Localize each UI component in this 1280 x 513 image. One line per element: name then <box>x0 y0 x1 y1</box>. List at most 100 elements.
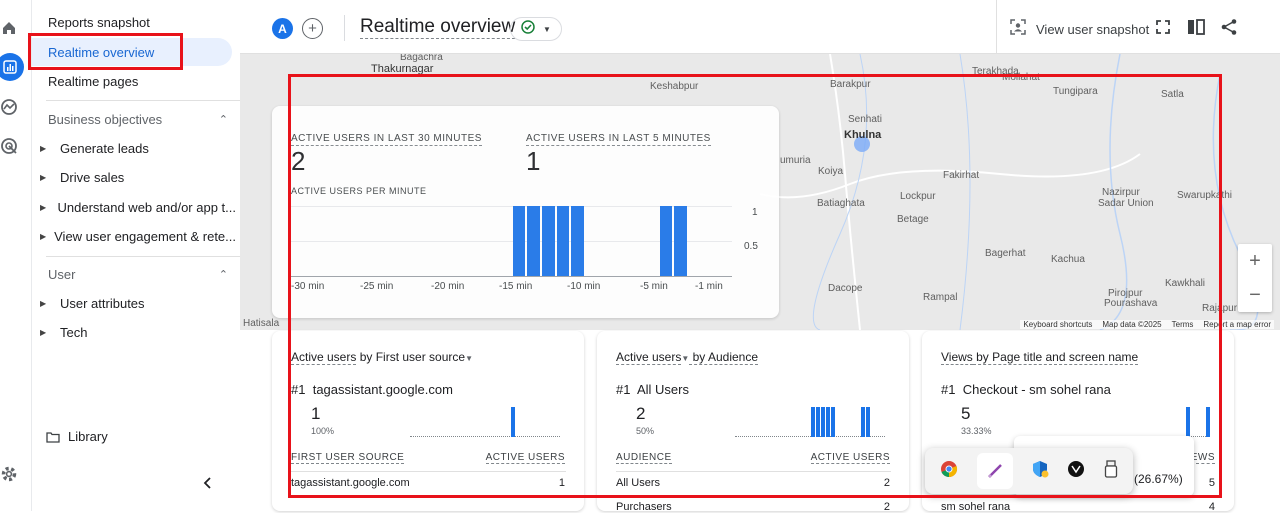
usb-drive-icon[interactable] <box>1104 459 1118 483</box>
x-tick-label: -20 min <box>431 281 465 292</box>
view-user-snapshot-button[interactable]: View user snapshot <box>1010 19 1149 40</box>
map-zoom-controls: + − <box>1238 244 1272 312</box>
top-item-heading: #1 Checkout - sm sohel rana <box>941 382 1111 397</box>
divider <box>46 100 254 101</box>
zoom-in-icon[interactable]: + <box>1238 244 1272 278</box>
table-cell: 2 <box>883 477 890 489</box>
map-place-label: Bagachra <box>400 54 443 63</box>
gridline <box>291 276 732 277</box>
nav-label: Generate leads <box>60 141 149 156</box>
map-place-label: Kawkhali <box>1165 278 1206 289</box>
data-quality-status-button[interactable]: ▼ <box>510 17 562 41</box>
chart-bar[interactable] <box>512 206 526 276</box>
x-tick-label: -30 min <box>291 281 325 292</box>
map-place-label: Sadar Union <box>1098 198 1154 209</box>
card-title[interactable]: Views by Page title and screen name <box>941 350 1139 365</box>
section-user[interactable]: User ⌃ <box>48 267 228 282</box>
map-terms-link[interactable]: Terms <box>1172 320 1194 329</box>
map-place-label: Dacope <box>828 283 863 294</box>
sidebar-nav: Reports snapshot Realtime overview Realt… <box>32 0 254 511</box>
table-cell: 5 <box>1208 477 1215 489</box>
table-cell: 2 <box>883 501 890 513</box>
map-place-label: umuria <box>780 155 811 166</box>
chart-bar[interactable] <box>541 206 555 276</box>
chrome-icon[interactable] <box>940 460 958 483</box>
map-report-error-link[interactable]: Report a map error <box>1203 320 1271 329</box>
advertising-icon[interactable] <box>0 134 21 158</box>
nav-understand-web[interactable]: ▶ Understand web and/or app t... <box>40 200 236 215</box>
comparison-avatar[interactable]: A <box>272 18 293 39</box>
caret-down-icon: ▼ <box>465 354 473 363</box>
nav-drive-sales[interactable]: ▶ Drive sales <box>40 170 236 185</box>
top-bar: A + Realtime overview ▼ View user snapsh… <box>240 0 1280 54</box>
nav-realtime-pages[interactable]: Realtime pages <box>32 67 232 95</box>
top-item-value: 2 <box>636 404 646 423</box>
card-title[interactable]: Active users▼ by Audience <box>616 350 758 365</box>
zoom-out-icon[interactable]: − <box>1238 278 1272 312</box>
map-place-label: Tungipara <box>1053 86 1098 97</box>
nav-label: View user engagement & rete... <box>54 229 236 244</box>
column-header: ACTIVE USERS <box>485 452 565 464</box>
sparkline-chart <box>735 407 885 437</box>
chart-bar[interactable] <box>527 206 540 276</box>
chart-bar[interactable] <box>659 206 673 276</box>
nav-user-attributes[interactable]: ▶ User attributes <box>40 296 236 311</box>
pen-tool-icon[interactable] <box>976 453 1013 489</box>
fullscreen-icon[interactable] <box>1156 20 1170 39</box>
chart-bar[interactable] <box>571 206 584 276</box>
compare-columns-icon[interactable] <box>1187 19 1205 40</box>
sparkline-bar <box>1185 407 1190 437</box>
sparkline-bar <box>825 407 830 437</box>
table-cell: 4 <box>1208 501 1215 513</box>
reports-icon[interactable] <box>0 53 24 81</box>
nav-view-user-engagement[interactable]: ▶ View user engagement & rete... <box>40 229 236 244</box>
section-label: User <box>48 267 76 282</box>
section-label: Business objectives <box>48 112 163 127</box>
sparkline-bar <box>810 407 815 437</box>
card-audience: Active users▼ by Audience #1 All Users 2… <box>597 331 909 513</box>
nav-generate-leads[interactable]: ▶ Generate leads <box>40 141 236 156</box>
app-circle-icon[interactable] <box>1067 460 1085 483</box>
add-comparison-icon[interactable]: + <box>302 18 323 39</box>
home-icon[interactable] <box>0 16 21 40</box>
map-data-credit: Map data ©2025 <box>1102 320 1162 329</box>
sparkline-bar <box>860 407 865 437</box>
map-place-label: Thakurnagar <box>371 63 434 75</box>
sparkline-bar <box>830 407 835 437</box>
map-place-label: Rajapur <box>1202 303 1238 314</box>
expand-triangle-icon: ▶ <box>40 299 47 308</box>
section-business-objectives[interactable]: Business objectives ⌃ <box>48 112 228 127</box>
chart-bar[interactable] <box>674 206 687 276</box>
collapse-sidebar-chevron-icon[interactable] <box>202 476 214 495</box>
map-place-label: Nazirpur <box>1102 187 1140 198</box>
nav-label: Tech <box>60 325 88 340</box>
nav-reports-snapshot[interactable]: Reports snapshot <box>32 8 232 36</box>
card-title[interactable]: Active users by First user source▼ <box>291 350 473 365</box>
top-item-percent: 50% <box>636 426 655 436</box>
top-item-value: 1 <box>311 404 321 423</box>
column-header: FIRST USER SOURCE <box>291 452 405 464</box>
x-tick-label: -10 min <box>567 281 601 292</box>
share-icon[interactable] <box>1220 18 1238 41</box>
map-place-label: Koiya <box>818 166 844 177</box>
top-item-heading: #1 tagassistant.google.com <box>291 382 453 397</box>
nav-realtime-overview[interactable]: Realtime overview <box>32 38 232 66</box>
x-tick-label: -5 min <box>640 281 668 292</box>
table-cell: sm sohel rana <box>941 501 1011 513</box>
table-cell: 1 <box>558 477 565 489</box>
y-tick-label: 1 <box>752 207 758 218</box>
nav-label: User attributes <box>60 296 145 311</box>
map-keyboard-shortcuts-link[interactable]: Keyboard shortcuts <box>1023 320 1092 329</box>
settings-gear-icon[interactable] <box>0 462 21 486</box>
chart-bar[interactable] <box>556 206 570 276</box>
nav-label: Understand web and/or app t... <box>57 200 236 215</box>
expand-triangle-icon: ▶ <box>40 232 47 241</box>
windows-security-icon[interactable] <box>1031 460 1049 483</box>
table-cell: tagassistant.google.com <box>291 477 410 489</box>
nav-library[interactable]: Library <box>46 429 242 444</box>
sparkline-bar <box>815 407 820 437</box>
table-cell: Purchasers <box>616 501 672 513</box>
card-first-user-source: Active users by First user source▼ #1 ta… <box>272 331 584 511</box>
nav-tech[interactable]: ▶ Tech <box>40 325 236 340</box>
explore-icon[interactable] <box>0 95 21 119</box>
